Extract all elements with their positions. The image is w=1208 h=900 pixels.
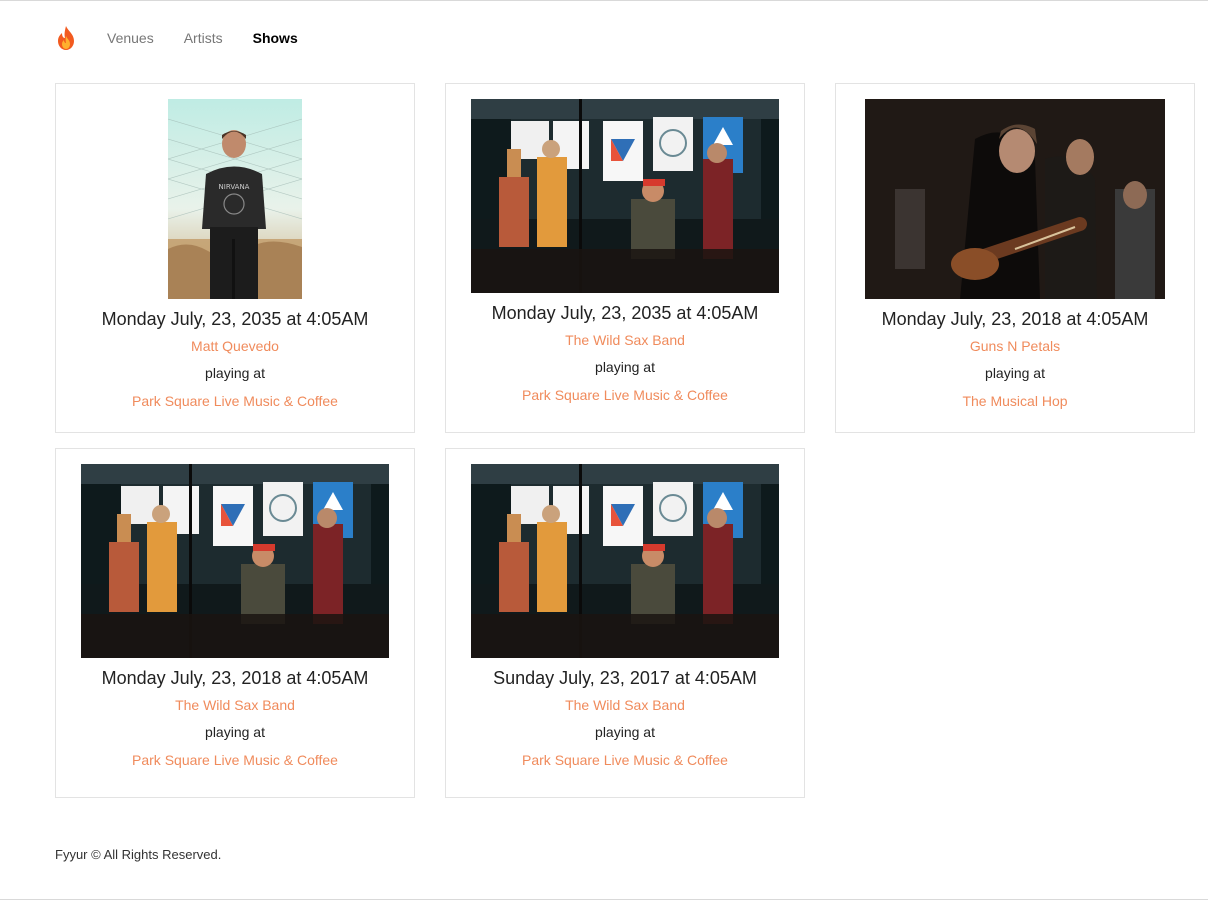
artist-link[interactable]: Guns N Petals (836, 338, 1194, 354)
playing-at-label: playing at (985, 365, 1045, 381)
nav-link-shows[interactable]: Shows (253, 30, 298, 46)
footer-copyright: Fyyur © All Rights Reserved. (55, 847, 222, 862)
show-date: Monday July, 23, 2018 at 4:05AM (881, 309, 1149, 329)
band-stage-photo[interactable] (81, 464, 389, 658)
show-card[interactable]: Monday July, 23, 2018 at 4:05AM The Wild… (55, 448, 415, 798)
show-card[interactable]: Monday July, 23, 2018 at 4:05AM Guns N P… (835, 83, 1195, 433)
guitarist-concert-photo[interactable] (865, 99, 1165, 299)
artist-link[interactable]: Matt Quevedo (56, 338, 414, 354)
show-date: Monday July, 23, 2035 at 4:05AM (491, 303, 759, 323)
playing-at-label: playing at (595, 724, 655, 740)
artist-link[interactable]: The Wild Sax Band (446, 697, 804, 713)
show-card[interactable]: NIRVANA Monday July, 23, 2035 at 4:05AM … (55, 83, 415, 433)
show-date: Monday July, 23, 2035 at 4:05AM (101, 309, 369, 329)
venue-link[interactable]: Park Square Live Music & Coffee (56, 393, 414, 409)
nav-link-venues[interactable]: Venues (107, 30, 154, 46)
fire-icon[interactable] (55, 25, 77, 51)
venue-link[interactable]: The Musical Hop (836, 393, 1194, 409)
show-date: Monday July, 23, 2018 at 4:05AM (101, 668, 369, 688)
band-stage-photo[interactable] (471, 464, 779, 658)
nav-link-artists[interactable]: Artists (184, 30, 223, 46)
portrait-photo[interactable]: NIRVANA (168, 99, 302, 299)
venue-link[interactable]: Park Square Live Music & Coffee (446, 387, 804, 403)
show-card[interactable]: Monday July, 23, 2035 at 4:05AM The Wild… (445, 83, 805, 433)
playing-at-label: playing at (205, 365, 265, 381)
venue-link[interactable]: Park Square Live Music & Coffee (446, 752, 804, 768)
page: Venues Artists Shows NIRVANA Monday July… (0, 0, 1208, 900)
playing-at-label: playing at (205, 724, 265, 740)
svg-text:NIRVANA: NIRVANA (219, 183, 250, 191)
artist-link[interactable]: The Wild Sax Band (446, 332, 804, 348)
artist-link[interactable]: The Wild Sax Band (56, 697, 414, 713)
show-card[interactable]: Sunday July, 23, 2017 at 4:05AM The Wild… (445, 448, 805, 798)
venue-link[interactable]: Park Square Live Music & Coffee (56, 752, 414, 768)
show-date: Sunday July, 23, 2017 at 4:05AM (493, 668, 757, 688)
playing-at-label: playing at (595, 359, 655, 375)
navbar: Venues Artists Shows (55, 25, 328, 51)
band-stage-photo[interactable] (471, 99, 779, 293)
